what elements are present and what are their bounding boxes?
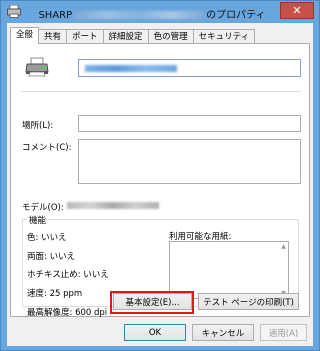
printer-icon [7,5,21,18]
tab-advanced[interactable]: 詳細設定 [102,29,149,44]
highlight-box [110,291,194,314]
general-tab-panel: 場所(L): コメント(C): モデル(O): 機能 色: いいえ 両面: いい… [10,43,310,318]
cancel-button[interactable]: キャンセル [192,324,254,341]
tab-strip: 全般 共有 ポート 詳細設定 色の管理 セキュリティ [10,27,256,44]
redacted-printer-name-value [85,65,177,72]
printer-large-icon [25,57,49,77]
ok-button[interactable]: OK [124,324,186,341]
model-label: モデル(O): [22,203,64,213]
close-button[interactable]: ✕ [280,2,314,19]
window-title: SHARP のプロパティ [25,6,279,21]
divider [21,91,301,92]
feature-max-resolution: 最高解像度: 600 dpi [27,308,108,318]
comment-label: コメント(C): [22,143,72,153]
close-icon: ✕ [292,4,302,17]
redacted-model-name [67,202,159,209]
feature-speed: 速度: 25 ppm [27,289,83,299]
location-label: 場所(L): [22,121,54,131]
printer-name-field[interactable] [78,59,301,77]
feature-duplex: 両面: いいえ [27,252,76,262]
location-field[interactable] [78,115,301,132]
tab-ports[interactable]: ポート [66,29,104,44]
feature-staple: ホチキス止め: いいえ [27,270,109,280]
printer-properties-window: SHARP のプロパティ ✕ 全般 共有 ポート 詳細設定 色の管理 セキュリティ [0,0,320,351]
title-suffix: のプロパティ [206,10,266,21]
tab-color-management[interactable]: 色の管理 [147,29,194,44]
tab-security[interactable]: セキュリティ [192,29,256,44]
tab-general[interactable]: 全般 [10,27,40,44]
tab-sharing[interactable]: 共有 [38,29,68,44]
scroll-up-icon[interactable]: ▲ [279,242,288,251]
title-prefix: SHARP [38,10,73,21]
comment-field[interactable] [78,139,301,184]
redacted-printer-name [74,11,205,19]
features-group-title: 機能 [27,214,49,226]
print-test-page-button[interactable]: テスト ページの印刷(T) [198,293,299,310]
apply-button[interactable]: 適用(A) [260,324,307,341]
feature-color: 色: いいえ [27,233,67,243]
title-bar[interactable]: SHARP のプロパティ ✕ [1,1,319,23]
